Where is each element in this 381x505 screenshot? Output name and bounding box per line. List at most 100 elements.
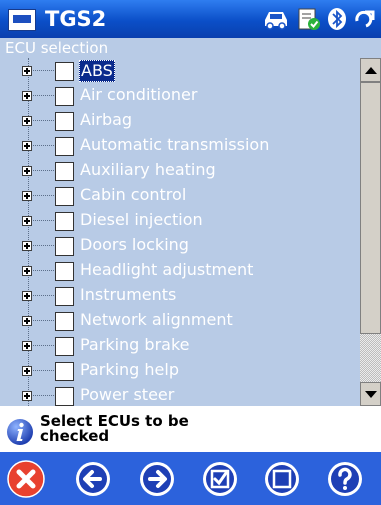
bluetooth-icon[interactable] <box>327 7 347 31</box>
title-bar: TGS2 <box>0 0 381 38</box>
expand-icon[interactable] <box>22 291 32 301</box>
help-icon <box>328 462 362 496</box>
vertical-scrollbar[interactable] <box>360 58 381 406</box>
ecu-checkbox[interactable] <box>55 62 74 81</box>
scroll-up-button[interactable] <box>360 58 381 82</box>
expand-icon[interactable] <box>22 216 32 226</box>
info-icon <box>6 418 34 450</box>
tree-connector <box>33 370 54 371</box>
tree-row[interactable]: Parking help <box>0 358 360 383</box>
ecu-checkbox[interactable] <box>55 187 74 206</box>
checklist-icon[interactable] <box>297 7 321 31</box>
ecu-checkbox[interactable] <box>55 112 74 131</box>
expand-icon[interactable] <box>22 266 32 276</box>
scroll-down-button[interactable] <box>360 382 381 406</box>
select-all-icon <box>203 462 237 496</box>
expand-icon[interactable] <box>22 141 32 151</box>
ecu-tree[interactable]: ABS Air conditioner Airbag Automatic transm… <box>0 58 360 406</box>
scroll-thumb[interactable] <box>360 82 381 334</box>
ecu-checkbox[interactable] <box>55 362 74 381</box>
expand-icon[interactable] <box>22 191 32 201</box>
ecu-label[interactable]: Doors locking <box>79 234 190 256</box>
tree-row[interactable]: Doors locking <box>0 233 360 258</box>
info-line-2: checked <box>40 427 110 445</box>
expand-icon[interactable] <box>22 116 32 126</box>
expand-icon[interactable] <box>22 241 32 251</box>
tree-row[interactable]: Cabin control <box>0 183 360 208</box>
ecu-checkbox[interactable] <box>55 387 74 406</box>
tree-connector <box>33 170 54 171</box>
close-button[interactable] <box>7 460 45 498</box>
ecu-label[interactable]: Airbag <box>79 109 133 131</box>
ecu-label[interactable]: ABS <box>79 60 115 82</box>
tree-connector <box>33 95 54 96</box>
app-title: TGS2 <box>45 7 107 31</box>
ecu-checkbox[interactable] <box>55 212 74 231</box>
expand-icon[interactable] <box>22 341 32 351</box>
tree-connector <box>33 145 54 146</box>
tree-row[interactable]: Parking brake <box>0 333 360 358</box>
expand-icon[interactable] <box>22 391 32 401</box>
close-icon <box>7 460 45 498</box>
tree-row[interactable]: Headlight adjustment <box>0 258 360 283</box>
tree-connector <box>33 220 54 221</box>
vehicle-icon[interactable] <box>261 8 291 30</box>
select-all-button[interactable] <box>201 460 239 498</box>
tree-connector <box>33 245 54 246</box>
ecu-checkbox[interactable] <box>55 262 74 281</box>
tree-connector <box>33 195 54 196</box>
ecu-label[interactable]: Power steer <box>79 384 175 406</box>
ecu-label[interactable]: Diesel injection <box>79 209 204 231</box>
ecu-label[interactable]: Parking brake <box>79 334 190 356</box>
bottom-toolbar <box>0 452 381 505</box>
tree-connector <box>33 120 54 121</box>
tree-connector <box>33 295 54 296</box>
tree-connector <box>33 395 54 396</box>
expand-icon[interactable] <box>22 166 32 176</box>
ecu-checkbox[interactable] <box>55 162 74 181</box>
ecu-checkbox[interactable] <box>55 337 74 356</box>
ecu-checkbox[interactable] <box>55 137 74 156</box>
expand-icon[interactable] <box>22 316 32 326</box>
tree-row[interactable]: Automatic transmission <box>0 133 360 158</box>
ecu-label[interactable]: Parking help <box>79 359 180 381</box>
tree-row[interactable]: Airbag <box>0 108 360 133</box>
tree-connector <box>33 320 54 321</box>
expand-icon[interactable] <box>22 91 32 101</box>
deselect-all-button[interactable] <box>263 460 301 498</box>
scroll-track[interactable] <box>360 82 381 382</box>
tree-connector <box>33 345 54 346</box>
back-arrow-icon <box>76 462 110 496</box>
section-header: ECU selection <box>0 38 381 58</box>
info-message: Select ECUs to be checked <box>40 414 240 444</box>
ecu-checkbox[interactable] <box>55 287 74 306</box>
ecu-label[interactable]: Headlight adjustment <box>79 259 254 281</box>
tree-row[interactable]: ABS <box>0 58 360 83</box>
tree-row[interactable]: Diesel injection <box>0 208 360 233</box>
expand-icon[interactable] <box>22 366 32 376</box>
expand-icon[interactable] <box>22 66 32 76</box>
back-button[interactable] <box>74 460 112 498</box>
tree-row[interactable]: Instruments <box>0 283 360 308</box>
tree-connector <box>33 270 54 271</box>
status-icons <box>261 7 375 31</box>
tree-row[interactable]: Air conditioner <box>0 83 360 108</box>
tree-row[interactable]: Network alignment <box>0 308 360 333</box>
ecu-checkbox[interactable] <box>55 312 74 331</box>
ecu-label[interactable]: Network alignment <box>79 309 234 331</box>
ecu-label[interactable]: Automatic transmission <box>79 134 270 156</box>
help-button[interactable] <box>326 460 364 498</box>
ecu-label[interactable]: Air conditioner <box>79 84 198 106</box>
forward-arrow-icon <box>140 462 174 496</box>
tree-row[interactable]: Power steer <box>0 383 360 406</box>
ecu-label[interactable]: Auxiliary heating <box>79 159 217 181</box>
deselect-all-icon <box>265 462 299 496</box>
tree-row[interactable]: Auxiliary heating <box>0 158 360 183</box>
connection-arrow-icon[interactable] <box>353 8 375 30</box>
ecu-checkbox[interactable] <box>55 87 74 106</box>
ecu-label[interactable]: Cabin control <box>79 184 187 206</box>
ecu-label[interactable]: Instruments <box>79 284 177 306</box>
ecu-checkbox[interactable] <box>55 237 74 256</box>
app-window-icon[interactable] <box>8 9 36 31</box>
forward-button[interactable] <box>138 460 176 498</box>
